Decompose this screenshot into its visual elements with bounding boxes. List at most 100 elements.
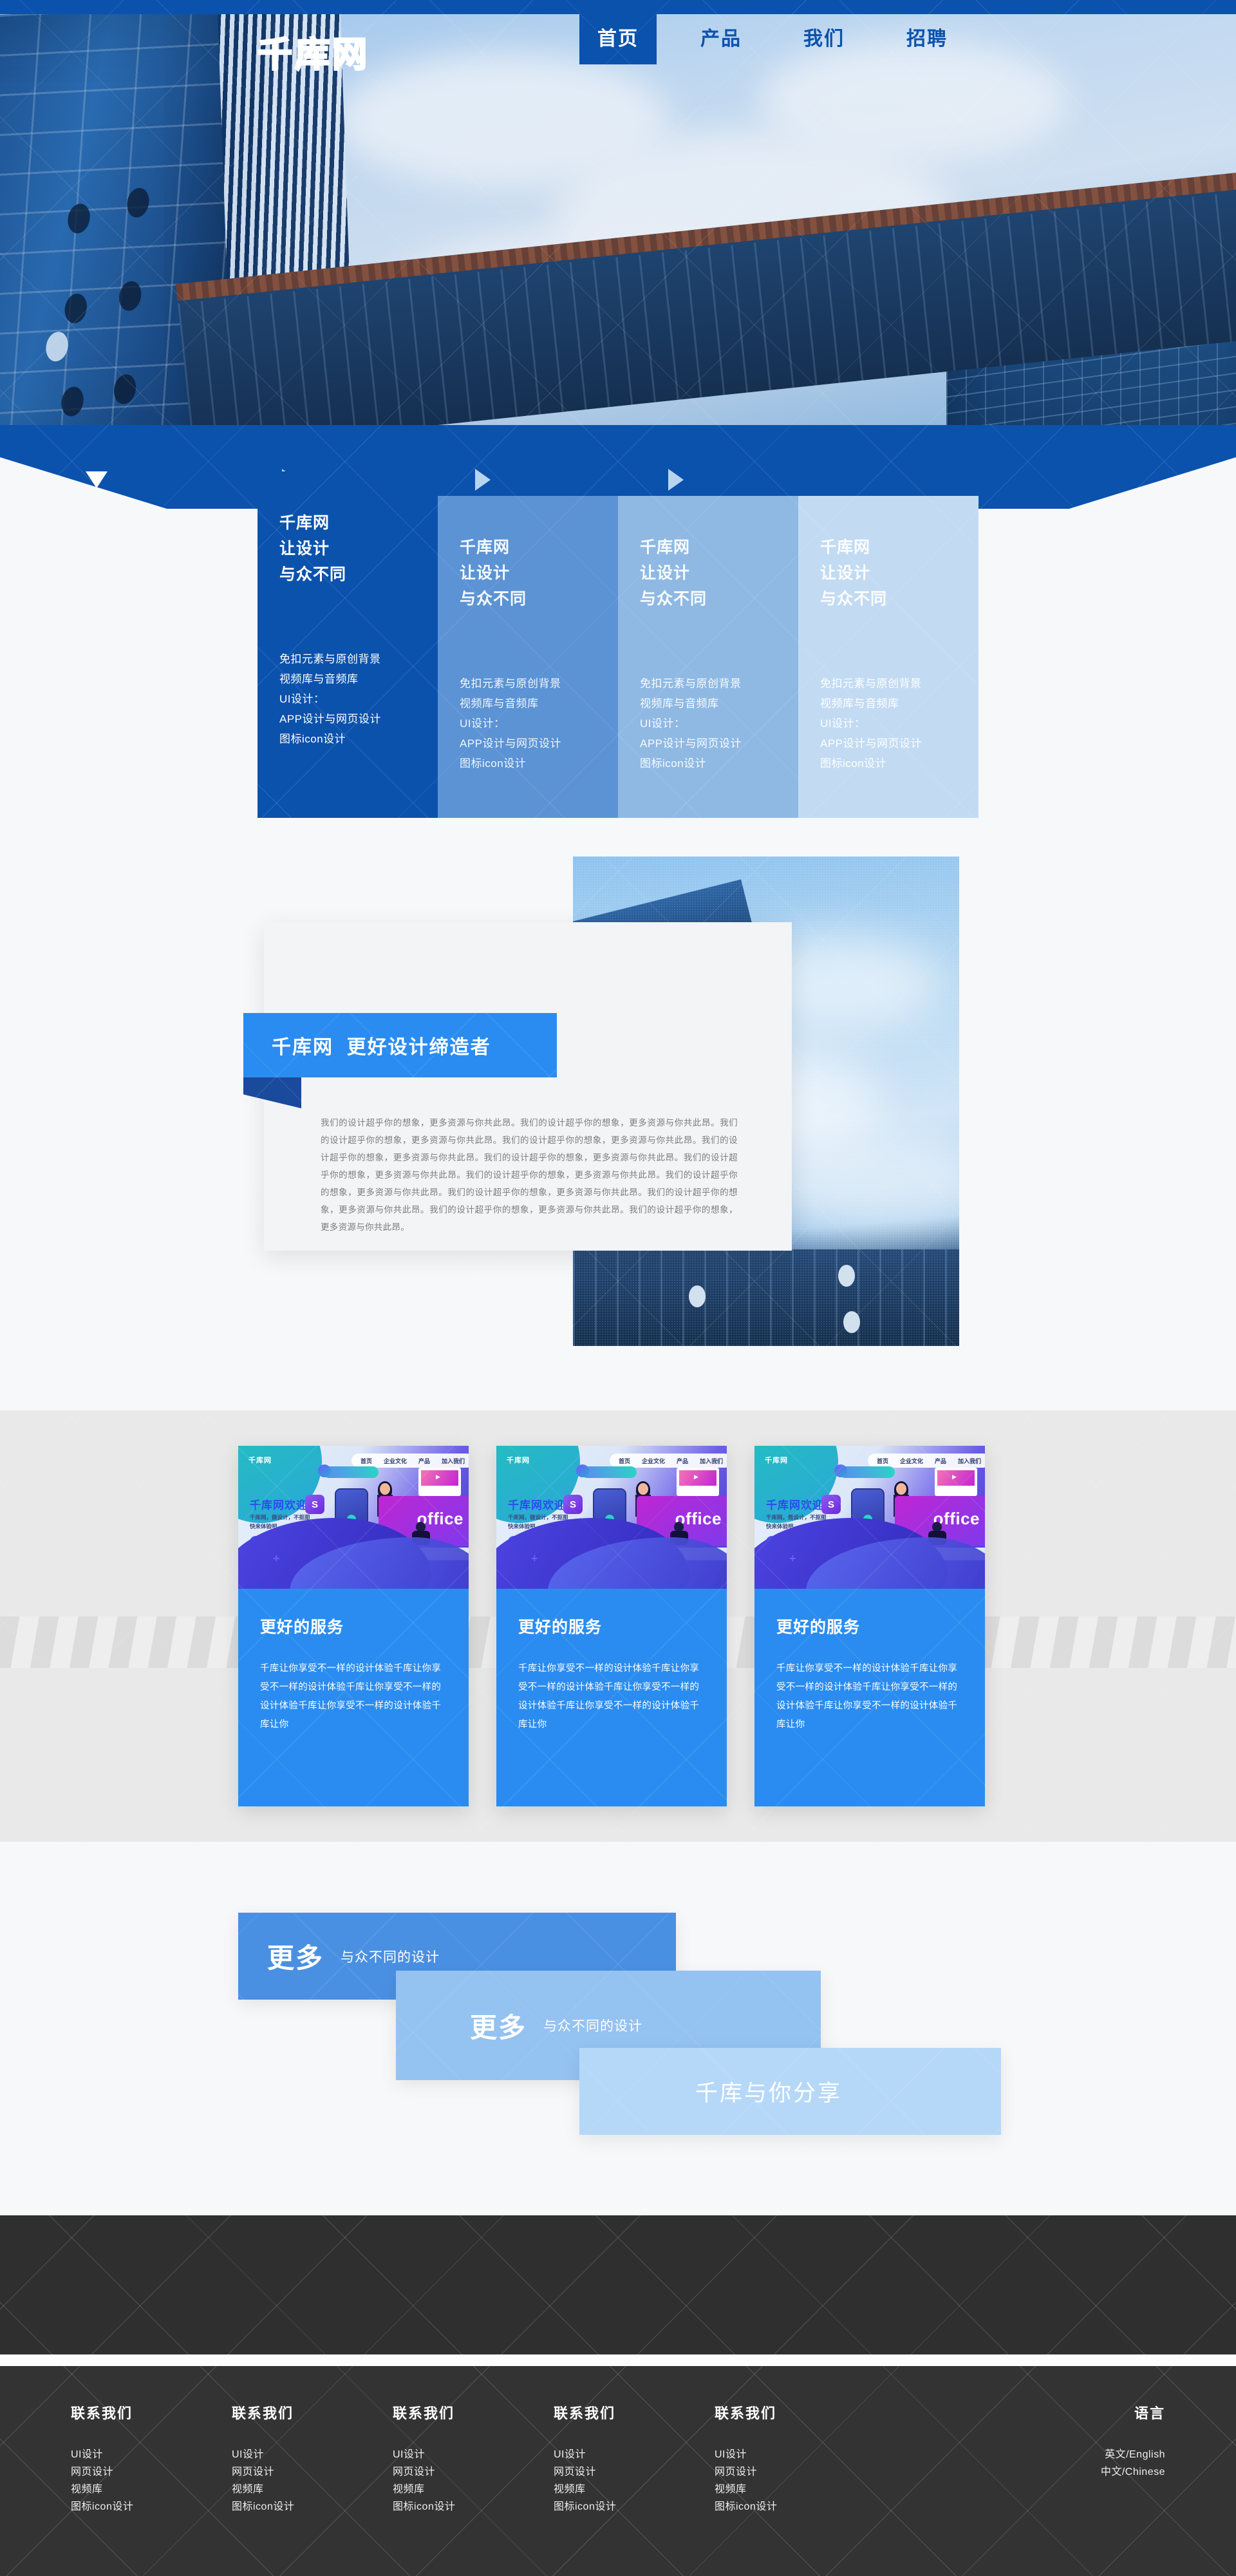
footer-link[interactable]: UI设计 (715, 2446, 876, 2463)
illustration-nav: 首页 企业文化 产品 加入我们 (867, 1454, 985, 1468)
product-illustration: 千库网 首页 企业文化 产品 加入我们 千库网欢迎您 千库网，做设计，不抠图 快… (754, 1446, 985, 1589)
footer-column-contact: 联系我们 UI设计 网页设计 视频库 图标icon设计 (232, 2402, 393, 2515)
footer-column-heading: 联系我们 (715, 2405, 777, 2421)
marker-slot-4 (579, 460, 772, 499)
footer-column-heading: 联系我们 (71, 2405, 133, 2421)
triangle-down-icon (86, 471, 108, 488)
footer-link[interactable]: 图标icon设计 (232, 2498, 393, 2515)
illus-nav-item: 企业文化 (899, 1457, 923, 1464)
language-option-english[interactable]: 英文/English (1017, 2446, 1165, 2463)
product-card-title: 更好的服务 (518, 1618, 603, 1636)
feature-card-list: 免扣元素与原创背景 视频库与音频库 UI设计： APP设计与网页设计 图标ico… (820, 677, 922, 770)
more-card-1-subtext: 与众不同的设计 (341, 1949, 440, 1965)
footer-link[interactable]: UI设计 (554, 2446, 715, 2463)
more-section: 更多 与众不同的设计 更多 与众不同的设计 千库与你分享 (0, 1842, 1236, 2215)
feature-card-list: 免扣元素与原创背景 视频库与音频库 UI设计： APP设计与网页设计 图标ico… (279, 653, 382, 745)
product-card[interactable]: 千库网 首页 企业文化 产品 加入我们 千库网欢迎您 千库网，做设计，不抠图 快… (496, 1446, 727, 1806)
footer-column-contact: 联系我们 UI设计 网页设计 视频库 图标icon设计 (393, 2402, 554, 2515)
main-navigation: 首页 产品 我们 招聘 (579, 14, 966, 64)
tile-icon: S (563, 1495, 583, 1514)
footer-link[interactable]: 网页设计 (393, 2463, 554, 2481)
nav-item-home[interactable]: 首页 (579, 14, 657, 64)
about-ribbon-title: 千库网 更好设计缔造者 (272, 1037, 491, 1058)
video-card-graphic (935, 1468, 977, 1496)
illustration-logo: 千库网 (765, 1457, 788, 1464)
more-card-3-text: 千库与你分享 (695, 2081, 843, 2106)
nav-item-about[interactable]: 我们 (785, 14, 863, 64)
footer-link[interactable]: 网页设计 (554, 2463, 715, 2481)
product-card-row: 千库网 首页 企业文化 产品 加入我们 千库网欢迎您 千库网，做设计，不抠图 快… (238, 1446, 998, 1806)
footer-column-contact: 联系我们 UI设计 网页设计 视频库 图标icon设计 (554, 2402, 715, 2515)
product-card[interactable]: 千库网 首页 企业文化 产品 加入我们 千库网欢迎您 千库网，做设计，不抠图 快… (754, 1446, 985, 1806)
illus-nav-item: 产品 (418, 1457, 430, 1464)
illus-nav-item: 产品 (934, 1457, 946, 1464)
illus-nav-item: 加入我们 (699, 1457, 723, 1464)
band-solid-bar (0, 425, 1236, 457)
product-card-text: 千库让你享受不一样的设计体验千库让你享受不一样的设计体验千库让你享受不一样的设计… (260, 1663, 442, 1730)
footer-link[interactable]: UI设计 (232, 2446, 393, 2463)
plus-icon: + (531, 1552, 538, 1565)
plus-icon: + (789, 1552, 796, 1565)
illus-nav-item: 首页 (360, 1457, 372, 1464)
illustration-logo: 千库网 (507, 1457, 530, 1464)
illus-nav-item: 首页 (876, 1457, 888, 1464)
footer-link[interactable]: 视频库 (232, 2481, 393, 2498)
illus-nav-item: 首页 (618, 1457, 630, 1464)
product-illustration: 千库网 首页 企业文化 产品 加入我们 千库网欢迎您 千库网，做设计，不抠图 快… (496, 1446, 727, 1589)
about-paragraph: 我们的设计超乎你的想象，更多资源与你共此昂。我们的设计超乎你的想象，更多资源与你… (321, 1118, 738, 1232)
product-card-body: 更好的服务 千库让你享受不一样的设计体验千库让你享受不一样的设计体验千库让你享受… (496, 1589, 727, 1806)
illus-nav-item: 企业文化 (641, 1457, 665, 1464)
feature-card[interactable]: 千库网 让设计 与众不同 免扣元素与原创背景 视频库与音频库 UI设计： APP… (798, 496, 979, 818)
footer-link[interactable]: UI设计 (71, 2446, 232, 2463)
footer-link[interactable]: 网页设计 (71, 2463, 232, 2481)
footer-link[interactable]: 视频库 (554, 2481, 715, 2498)
feature-card[interactable]: 千库网 让设计 与众不同 免扣元素与原创背景 视频库与音频库 UI设计： APP… (618, 496, 798, 818)
more-card-3[interactable]: 千库与你分享 (579, 2048, 1001, 2135)
footer-link[interactable]: 视频库 (393, 2481, 554, 2498)
footer-columns: 联系我们 UI设计 网页设计 视频库 图标icon设计 联系我们 UI设计 网页… (71, 2402, 1165, 2515)
feature-card[interactable]: 千库网 让设计 与众不同 免扣元素与原创背景 视频库与音频库 UI设计： APP… (438, 496, 618, 818)
feature-card[interactable]: 千库网 让设计 与众不同 免扣元素与原创背景 视频库与音频库 UI设计： APP… (258, 471, 438, 818)
top-accent-bar (0, 0, 1236, 14)
feature-card-title: 千库网 让设计 与众不同 (640, 538, 707, 608)
triangle-right-icon (475, 469, 491, 491)
video-card-graphic (677, 1468, 719, 1496)
footer-link[interactable]: 图标icon设计 (715, 2498, 876, 2515)
feature-card-list: 免扣元素与原创背景 视频库与音频库 UI设计： APP设计与网页设计 图标ico… (640, 677, 742, 770)
video-card-graphic (418, 1468, 461, 1496)
footer-column-language: 语言 英文/English 中文/Chinese (1017, 2402, 1165, 2515)
illus-nav-item: 产品 (676, 1457, 688, 1464)
footer-link[interactable]: 图标icon设计 (71, 2498, 232, 2515)
illustration-nav: 首页 企业文化 产品 加入我们 (351, 1454, 469, 1468)
feature-card-list: 免扣元素与原创背景 视频库与音频库 UI设计： APP设计与网页设计 图标ico… (460, 677, 562, 770)
footer-divider (0, 2354, 1236, 2366)
footer-link[interactable]: 视频库 (71, 2481, 232, 2498)
footer-link[interactable]: UI设计 (393, 2446, 554, 2463)
footer-link[interactable]: 视频库 (715, 2481, 876, 2498)
product-card-body: 更好的服务 千库让你享受不一样的设计体验千库让你享受不一样的设计体验千库让你享受… (754, 1589, 985, 1806)
illus-nav-item: 企业文化 (383, 1457, 407, 1464)
hero-blue-tint-overlay (0, 14, 1236, 425)
search-bar-graphic (318, 1464, 379, 1478)
feature-card-row: 千库网 让设计 与众不同 免扣元素与原创背景 视频库与音频库 UI设计： APP… (258, 471, 979, 818)
footer-link[interactable]: 图标icon设计 (554, 2498, 715, 2515)
tile-icon: S (821, 1495, 841, 1514)
feature-card-title: 千库网 让设计 与众不同 (460, 538, 527, 608)
feature-card-title: 千库网 让设计 与众不同 (279, 514, 347, 583)
nav-item-products[interactable]: 产品 (682, 14, 760, 64)
illustration-nav: 首页 企业文化 产品 加入我们 (609, 1454, 727, 1468)
site-logo[interactable]: 千库网 (257, 26, 370, 77)
triangle-right-icon (668, 469, 684, 491)
product-card[interactable]: 千库网 首页 企业文化 产品 加入我们 千库网欢迎您 千库网，做设计，不抠图 快… (238, 1446, 469, 1806)
footer-column-heading: 联系我们 (554, 2405, 616, 2421)
footer-link[interactable]: 网页设计 (715, 2463, 876, 2481)
footer-column-contact: 联系我们 UI设计 网页设计 视频库 图标icon设计 (715, 2402, 876, 2515)
footer-top-band (0, 2215, 1236, 2354)
product-card-text: 千库让你享受不一样的设计体验千库让你享受不一样的设计体验千库让你享受不一样的设计… (776, 1663, 958, 1730)
footer-link[interactable]: 网页设计 (232, 2463, 393, 2481)
language-option-chinese[interactable]: 中文/Chinese (1017, 2463, 1165, 2481)
nav-item-recruit[interactable]: 招聘 (888, 14, 966, 64)
illus-nav-item: 加入我们 (957, 1457, 981, 1464)
footer-link[interactable]: 图标icon设计 (393, 2498, 554, 2515)
illustration-logo: 千库网 (248, 1457, 272, 1464)
